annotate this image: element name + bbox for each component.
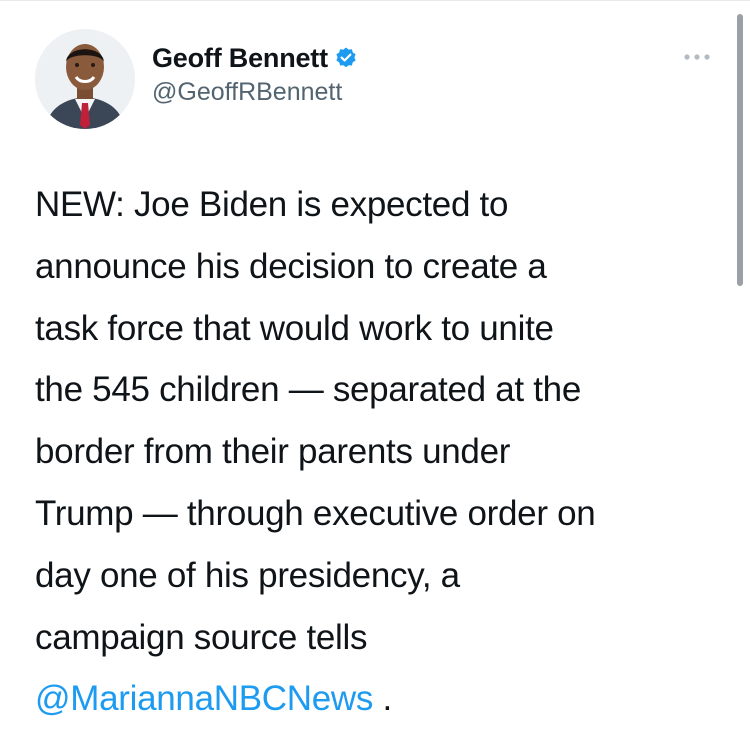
tweet-line: announce his decision to create a <box>35 246 547 286</box>
tweet-line: campaign source tells <box>35 617 368 657</box>
tweet-line: task force that would work to unite <box>35 308 554 348</box>
scrollbar[interactable] <box>737 14 743 286</box>
trailing-punctuation: . <box>373 679 392 719</box>
tweet-line: NEW: Joe Biden is expected to <box>35 185 509 224</box>
display-name[interactable]: Geoff Bennett <box>152 43 328 74</box>
user-handle[interactable]: @GeoffRBennett <box>152 78 358 107</box>
avatar[interactable] <box>35 29 135 129</box>
tweet-line: border from their parents under <box>35 432 511 472</box>
tweet-line: day one of his presidency, a <box>35 555 460 595</box>
tweet-text: NEW: Joe Biden is expected to announce h… <box>35 174 725 730</box>
ellipsis-icon[interactable] <box>681 50 713 64</box>
display-name-row: Geoff Bennett <box>152 40 358 76</box>
tweet-line: the 545 children — separated at the <box>35 370 581 410</box>
user-info: Geoff Bennett @GeoffRBennett <box>152 40 358 107</box>
tweet-line-mention: @MariannaNBCNews . <box>35 668 725 730</box>
mention-link[interactable]: @MariannaNBCNews <box>35 679 373 718</box>
top-divider <box>0 0 750 1</box>
tweet-line: Trump — through executive order on <box>35 493 596 533</box>
verified-badge-icon <box>334 46 358 70</box>
profile-photo-icon <box>35 29 135 129</box>
